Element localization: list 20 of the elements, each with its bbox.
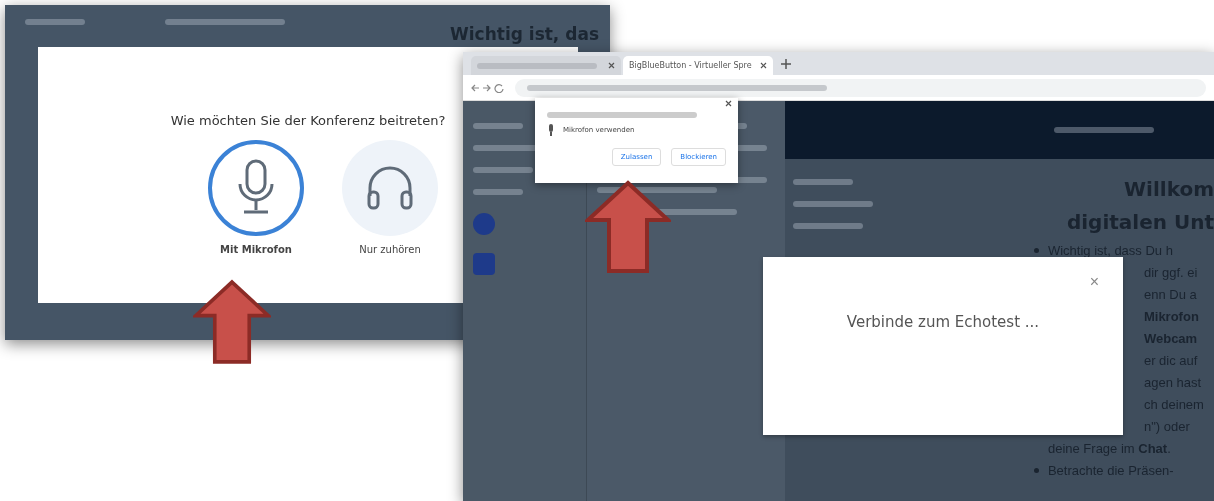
plus-icon[interactable] (781, 58, 791, 69)
dialog-message: Verbinde zum Echotest ... (846, 313, 1040, 331)
navigation-icon[interactable] (471, 82, 505, 93)
up-arrow-icon (193, 278, 271, 366)
option-label: Nur zuhören (359, 244, 421, 255)
bullet-icon (1033, 467, 1039, 473)
option-label: Mit Mikrofon (220, 244, 292, 255)
microphone-icon (547, 124, 555, 136)
avatar (473, 213, 495, 235)
close-button[interactable]: × (1087, 273, 1101, 291)
up-arrow-icon (585, 180, 671, 274)
url-field[interactable] (515, 78, 1206, 97)
close-icon[interactable] (608, 62, 615, 69)
blurred-text (25, 19, 85, 25)
close-icon[interactable] (760, 62, 767, 69)
browser-tab[interactable]: BigBlueButton - Virtueller Spre (623, 56, 773, 75)
bullet-icon (1033, 247, 1039, 253)
avatar (473, 253, 495, 275)
dialog-title: Wie möchten Sie der Konferenz beitreten? (170, 113, 446, 128)
close-icon[interactable] (725, 100, 732, 107)
